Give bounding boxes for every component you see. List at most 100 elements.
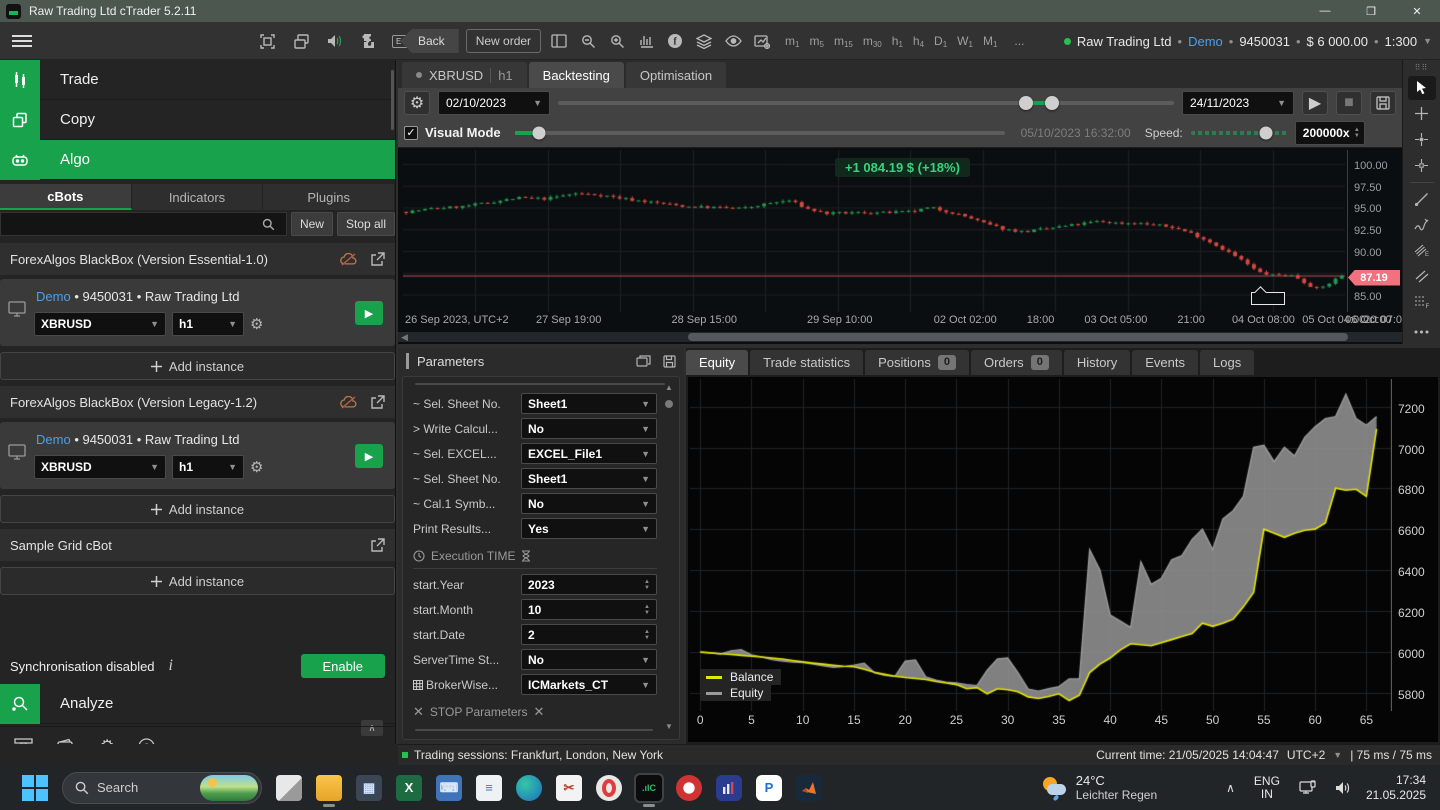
cloud-sync-off-icon[interactable] bbox=[340, 396, 358, 409]
tab-cbots[interactable]: cBots bbox=[0, 184, 132, 210]
task-view-button[interactable] bbox=[276, 775, 302, 801]
scroll-left-arrow-icon[interactable]: ◀ bbox=[401, 332, 408, 343]
add-instance-button[interactable]: Add instance bbox=[0, 352, 395, 380]
sidebar-scrollbar[interactable] bbox=[391, 70, 394, 130]
parameter-number-input[interactable]: 2▲▼ bbox=[521, 624, 657, 645]
instance-settings-gear-icon[interactable]: ⚙ bbox=[250, 458, 263, 476]
sidebar-item-trade[interactable]: Trade bbox=[0, 60, 395, 100]
indicators-icon[interactable] bbox=[635, 30, 657, 52]
pointer-tool[interactable] bbox=[1408, 76, 1436, 100]
objects-layers-icon[interactable] bbox=[693, 30, 715, 52]
windows-layout-icon[interactable] bbox=[290, 30, 312, 52]
backtest-range-slider[interactable] bbox=[558, 101, 1174, 105]
excel-icon[interactable]: X bbox=[396, 775, 422, 801]
info-icon[interactable]: i bbox=[169, 657, 173, 675]
time-axis[interactable]: 26 Sep 2023, UTC+227 Sep 19:0028 Sep 15:… bbox=[398, 314, 1402, 330]
timeframe-select[interactable]: h1▼ bbox=[172, 455, 244, 479]
timeframe-M1-button[interactable]: M1 bbox=[978, 34, 1002, 49]
timeframe-h1-button[interactable]: h1 bbox=[887, 34, 908, 49]
playback-knob[interactable] bbox=[533, 126, 546, 139]
new-cbot-button[interactable]: New bbox=[291, 212, 333, 236]
taskbar-search[interactable]: Search bbox=[62, 772, 262, 804]
parameter-select[interactable]: No▼ bbox=[521, 649, 657, 670]
more-tools-button[interactable] bbox=[1408, 320, 1436, 344]
sidebar-item-analyze[interactable]: Analyze bbox=[0, 684, 395, 724]
account-selector[interactable]: Raw Trading Ltd • Demo • 9450031 • $ 6 0… bbox=[1064, 22, 1432, 60]
tab-equity[interactable]: Equity bbox=[686, 350, 748, 375]
stop-all-button[interactable]: Stop all bbox=[337, 212, 395, 236]
start-date-select[interactable]: 02/10/2023▼ bbox=[438, 91, 550, 115]
instance-settings-gear-icon[interactable]: ⚙ bbox=[250, 315, 263, 333]
save-report-button[interactable] bbox=[1370, 91, 1396, 115]
parameter-select[interactable]: No▼ bbox=[521, 493, 657, 514]
symbol-select[interactable]: XBRUSD▼ bbox=[34, 455, 166, 479]
tab-chart-xbrusd[interactable]: XBRUSD h1 bbox=[402, 62, 527, 88]
visibility-eye-icon[interactable] bbox=[722, 30, 744, 52]
fx-functions-icon[interactable]: f bbox=[664, 30, 686, 52]
share-export-icon[interactable] bbox=[370, 395, 385, 410]
start-cbot-button[interactable]: ▶ bbox=[355, 444, 383, 468]
cbot-header[interactable]: Sample Grid cBot bbox=[0, 529, 395, 561]
visual-mode-checkbox[interactable]: ✓ bbox=[404, 126, 418, 140]
execution-time-section[interactable]: Execution TIME bbox=[413, 543, 657, 569]
measure-tool[interactable] bbox=[1408, 154, 1436, 178]
start-button[interactable] bbox=[22, 775, 48, 801]
tab-logs[interactable]: Logs bbox=[1200, 350, 1254, 375]
magnet-crosshair-tool[interactable] bbox=[1408, 128, 1436, 152]
tab-plugins[interactable]: Plugins bbox=[263, 184, 395, 210]
icmarkets-ctrader-icon[interactable]: .ılC bbox=[636, 775, 662, 801]
new-order-button[interactable]: New order bbox=[466, 29, 541, 53]
fullscreen-icon[interactable] bbox=[256, 30, 278, 52]
parameters-scrollbar[interactable]: ▲ ▼ bbox=[663, 383, 675, 733]
parameter-select[interactable]: Sheet1▼ bbox=[521, 468, 657, 489]
parameters-list[interactable]: ~ Sel. Sheet No. Sheet1▼ > Write Calcul.… bbox=[402, 376, 680, 740]
cbot-search-input[interactable] bbox=[0, 212, 287, 236]
file-explorer-icon[interactable] bbox=[316, 775, 342, 801]
enable-sync-button[interactable]: Enable bbox=[301, 654, 385, 678]
timeframe-m1-button[interactable]: m1 bbox=[780, 34, 804, 49]
parameter-number-input[interactable]: 2023▲▼ bbox=[521, 574, 657, 595]
freehand-draw-tool[interactable] bbox=[1408, 212, 1436, 236]
hamburger-menu-icon[interactable] bbox=[12, 35, 32, 47]
sidebar-item-copy[interactable]: Copy bbox=[0, 100, 395, 140]
stop-parameters-section[interactable]: ✕ STOP Parameters ✕ bbox=[413, 699, 657, 725]
detach-panel-icon[interactable] bbox=[636, 355, 651, 368]
plugins-puzzle-icon[interactable] bbox=[358, 30, 380, 52]
range-knob-end[interactable] bbox=[1045, 96, 1059, 110]
zoom-out-icon[interactable] bbox=[577, 30, 599, 52]
cbot-header[interactable]: ForexAlgos BlackBox (Version Essential-1… bbox=[0, 243, 395, 275]
timeframe-select[interactable]: h1▼ bbox=[172, 312, 244, 336]
parameter-number-input[interactable]: 10▲▼ bbox=[521, 599, 657, 620]
cloud-sync-off-icon[interactable] bbox=[340, 253, 358, 266]
chart-settings-icon[interactable] bbox=[751, 30, 773, 52]
range-knob-start[interactable] bbox=[1019, 96, 1033, 110]
sound-icon[interactable] bbox=[324, 30, 346, 52]
scrollbar-thumb[interactable] bbox=[665, 400, 673, 408]
notepad-icon[interactable]: ≡ bbox=[476, 775, 502, 801]
start-cbot-button[interactable]: ▶ bbox=[355, 301, 383, 325]
parameter-select[interactable]: Yes▼ bbox=[521, 518, 657, 539]
sidebar-item-algo[interactable]: Algo bbox=[0, 140, 395, 180]
more-timeframes-button[interactable]: ... bbox=[1009, 34, 1029, 48]
price-axis[interactable]: 100.0097.5095.0092.5090.0085.0087.19 bbox=[1347, 150, 1402, 312]
red-app-icon[interactable] bbox=[676, 775, 702, 801]
tab-orders[interactable]: Orders0 bbox=[971, 350, 1062, 375]
chart-layout-icon[interactable] bbox=[548, 30, 570, 52]
scroll-down-arrow[interactable]: ▼ bbox=[663, 722, 675, 731]
stocks-app-icon[interactable] bbox=[716, 775, 742, 801]
parameter-select[interactable]: Sheet1▼ bbox=[521, 393, 657, 414]
stop-backtest-button[interactable]: ■ bbox=[1336, 91, 1362, 115]
taskbar-clock[interactable]: 17:34 21.05.2025 bbox=[1366, 773, 1426, 803]
end-date-select[interactable]: 24/11/2023▼ bbox=[1182, 91, 1294, 115]
minimize-button[interactable]: — bbox=[1302, 0, 1348, 22]
timeframe-m30-button[interactable]: m30 bbox=[858, 34, 887, 49]
toolbar-drag-handle[interactable]: ⠿⠿ bbox=[1415, 63, 1429, 72]
back-button[interactable]: Back bbox=[400, 29, 459, 53]
save-parameters-icon[interactable] bbox=[663, 355, 676, 368]
tab-trade-statistics[interactable]: Trade statistics bbox=[750, 350, 863, 375]
taskbar-weather-widget[interactable]: 24°C Leichter Regen bbox=[1042, 773, 1157, 802]
tab-backtesting[interactable]: Backtesting bbox=[529, 62, 624, 88]
parallel-lines-tool[interactable] bbox=[1408, 264, 1436, 288]
candlestick-chart[interactable]: +1 084.19 $ (+18%) bbox=[403, 150, 1345, 312]
tray-chevron-up-icon[interactable]: ∧ bbox=[1226, 781, 1235, 795]
